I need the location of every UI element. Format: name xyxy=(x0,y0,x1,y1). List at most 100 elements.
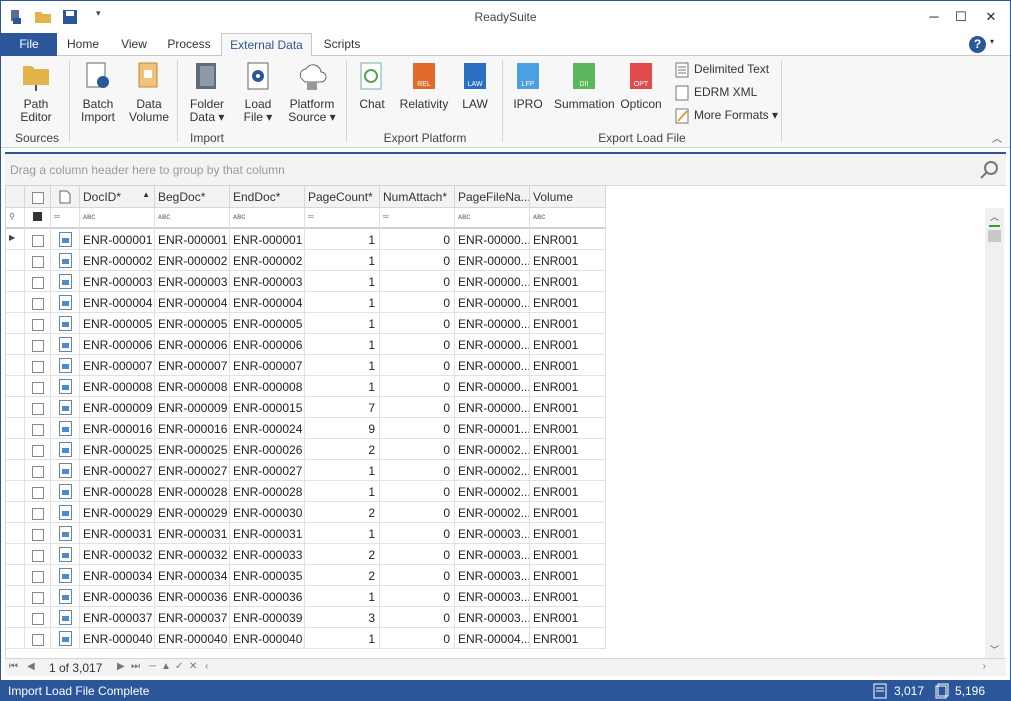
table-cell[interactable]: ENR-00000... xyxy=(455,250,530,271)
table-cell[interactable]: ENR-000003 xyxy=(80,271,155,292)
table-cell[interactable]: ENR-000037 xyxy=(155,607,230,628)
table-cell[interactable]: ENR-000006 xyxy=(80,334,155,355)
table-cell[interactable]: ENR-000002 xyxy=(155,250,230,271)
row-indicator[interactable] xyxy=(6,250,25,271)
document-image-icon[interactable] xyxy=(51,229,80,250)
table-cell[interactable]: 0 xyxy=(380,607,455,628)
document-image-icon[interactable] xyxy=(51,334,80,355)
table-cell[interactable]: ENR001 xyxy=(530,460,606,481)
minimize-button[interactable]: ─ xyxy=(920,5,948,29)
table-cell[interactable]: ENR-000006 xyxy=(230,334,305,355)
table-cell[interactable]: ENR-000029 xyxy=(155,502,230,523)
table-cell[interactable]: ENR-00003... xyxy=(455,523,530,544)
vertical-scrollbar[interactable]: ︿ ﹀ xyxy=(985,208,1004,658)
table-cell[interactable]: 0 xyxy=(380,313,455,334)
table-cell[interactable]: 1 xyxy=(305,334,380,355)
table-cell[interactable]: ENR-000031 xyxy=(80,523,155,544)
data-volume-button[interactable]: Data Volume xyxy=(128,60,170,128)
ipro-button[interactable]: LFP IPRO xyxy=(510,60,546,128)
row-indicator[interactable] xyxy=(6,439,25,460)
row-checkbox[interactable] xyxy=(25,313,51,334)
table-cell[interactable]: ENR001 xyxy=(530,271,606,292)
table-cell[interactable]: 1 xyxy=(305,523,380,544)
document-image-icon[interactable] xyxy=(51,544,80,565)
table-cell[interactable]: ENR-000004 xyxy=(80,292,155,313)
tab-home[interactable]: Home xyxy=(63,33,103,56)
select-all-checkbox[interactable] xyxy=(25,186,51,208)
table-row[interactable]: ENR-000031 ENR-000031 ENR-000031 1 0 ENR-0000… xyxy=(6,523,606,544)
table-row[interactable]: ENR-000034 ENR-000034 ENR-000035 2 0 ENR-0000… xyxy=(6,565,606,586)
scroll-up-icon[interactable]: ︿ xyxy=(990,210,999,223)
row-checkbox[interactable] xyxy=(25,376,51,397)
document-image-icon[interactable] xyxy=(51,250,80,271)
table-cell[interactable]: ENR001 xyxy=(530,544,606,565)
table-cell[interactable]: ENR001 xyxy=(530,229,606,250)
tab-view[interactable]: View xyxy=(114,33,154,56)
row-checkbox[interactable] xyxy=(25,565,51,586)
delimited-text-button[interactable]: Delimited Text xyxy=(675,59,769,79)
table-cell[interactable]: ENR001 xyxy=(530,250,606,271)
table-cell[interactable]: 1 xyxy=(305,250,380,271)
table-cell[interactable]: ENR-00000... xyxy=(455,271,530,292)
table-cell[interactable]: ENR-000032 xyxy=(155,544,230,565)
row-checkbox[interactable] xyxy=(25,523,51,544)
table-row[interactable]: ENR-000007 ENR-000007 ENR-000007 1 0 ENR-0000… xyxy=(6,355,606,376)
row-checkbox[interactable] xyxy=(25,607,51,628)
row-checkbox[interactable] xyxy=(25,544,51,565)
document-image-icon[interactable] xyxy=(51,565,80,586)
table-cell[interactable]: ENR001 xyxy=(530,313,606,334)
table-cell[interactable]: ENR001 xyxy=(530,334,606,355)
table-cell[interactable]: ENR-00000... xyxy=(455,313,530,334)
document-image-icon[interactable] xyxy=(51,313,80,334)
row-checkbox[interactable] xyxy=(25,460,51,481)
column-header-pagecount[interactable]: PageCount* xyxy=(305,186,380,208)
row-indicator[interactable] xyxy=(6,313,25,334)
table-cell[interactable]: ENR-000027 xyxy=(80,460,155,481)
table-cell[interactable]: 0 xyxy=(380,355,455,376)
table-cell[interactable]: ENR-000004 xyxy=(230,292,305,313)
table-cell[interactable]: ENR001 xyxy=(530,481,606,502)
law-button[interactable]: LAW LAW xyxy=(457,60,493,128)
row-indicator[interactable] xyxy=(6,460,25,481)
table-cell[interactable]: ENR-000005 xyxy=(80,313,155,334)
table-cell[interactable]: ENR-000028 xyxy=(80,481,155,502)
table-cell[interactable]: 9 xyxy=(305,418,380,439)
row-checkbox[interactable] xyxy=(25,355,51,376)
document-image-icon[interactable] xyxy=(51,271,80,292)
table-cell[interactable]: ENR001 xyxy=(530,292,606,313)
doc-type-header[interactable] xyxy=(51,186,80,208)
table-cell[interactable]: ENR-00000... xyxy=(455,397,530,418)
table-cell[interactable]: ENR-000004 xyxy=(155,292,230,313)
table-cell[interactable]: ENR001 xyxy=(530,523,606,544)
group-by-panel[interactable]: Drag a column header here to group by th… xyxy=(5,152,1006,186)
table-cell[interactable]: ENR-000032 xyxy=(80,544,155,565)
table-cell[interactable]: ENR-000005 xyxy=(155,313,230,334)
close-button[interactable]: ✕ xyxy=(977,5,1005,29)
filter-pin-icon[interactable]: ⚲ xyxy=(6,208,25,229)
table-cell[interactable]: ENR-000003 xyxy=(230,271,305,292)
table-cell[interactable]: 1 xyxy=(305,628,380,649)
row-indicator[interactable] xyxy=(6,397,25,418)
table-row[interactable]: ▶ ENR-000001 ENR-000001 ENR-000001 1 0 ENR-000… xyxy=(6,229,606,250)
document-image-icon[interactable] xyxy=(51,628,80,649)
table-cell[interactable]: ENR-00000... xyxy=(455,376,530,397)
table-cell[interactable]: 0 xyxy=(380,250,455,271)
table-cell[interactable]: 1 xyxy=(305,586,380,607)
table-cell[interactable]: ENR-000033 xyxy=(230,544,305,565)
document-image-icon[interactable] xyxy=(51,397,80,418)
table-cell[interactable]: ENR-000037 xyxy=(80,607,155,628)
edrm-xml-button[interactable]: EDRM XML xyxy=(675,82,757,102)
table-cell[interactable]: ENR-00003... xyxy=(455,565,530,586)
table-cell[interactable]: ENR-00002... xyxy=(455,502,530,523)
row-checkbox[interactable] xyxy=(25,439,51,460)
row-indicator[interactable] xyxy=(6,376,25,397)
tab-file[interactable]: File xyxy=(1,33,57,56)
table-cell[interactable]: ENR-000008 xyxy=(80,376,155,397)
table-cell[interactable]: ENR001 xyxy=(530,439,606,460)
table-cell[interactable]: ENR-000007 xyxy=(230,355,305,376)
document-image-icon[interactable] xyxy=(51,502,80,523)
table-cell[interactable]: 0 xyxy=(380,544,455,565)
table-cell[interactable]: 1 xyxy=(305,355,380,376)
table-cell[interactable]: ENR001 xyxy=(530,565,606,586)
table-cell[interactable]: 0 xyxy=(380,397,455,418)
